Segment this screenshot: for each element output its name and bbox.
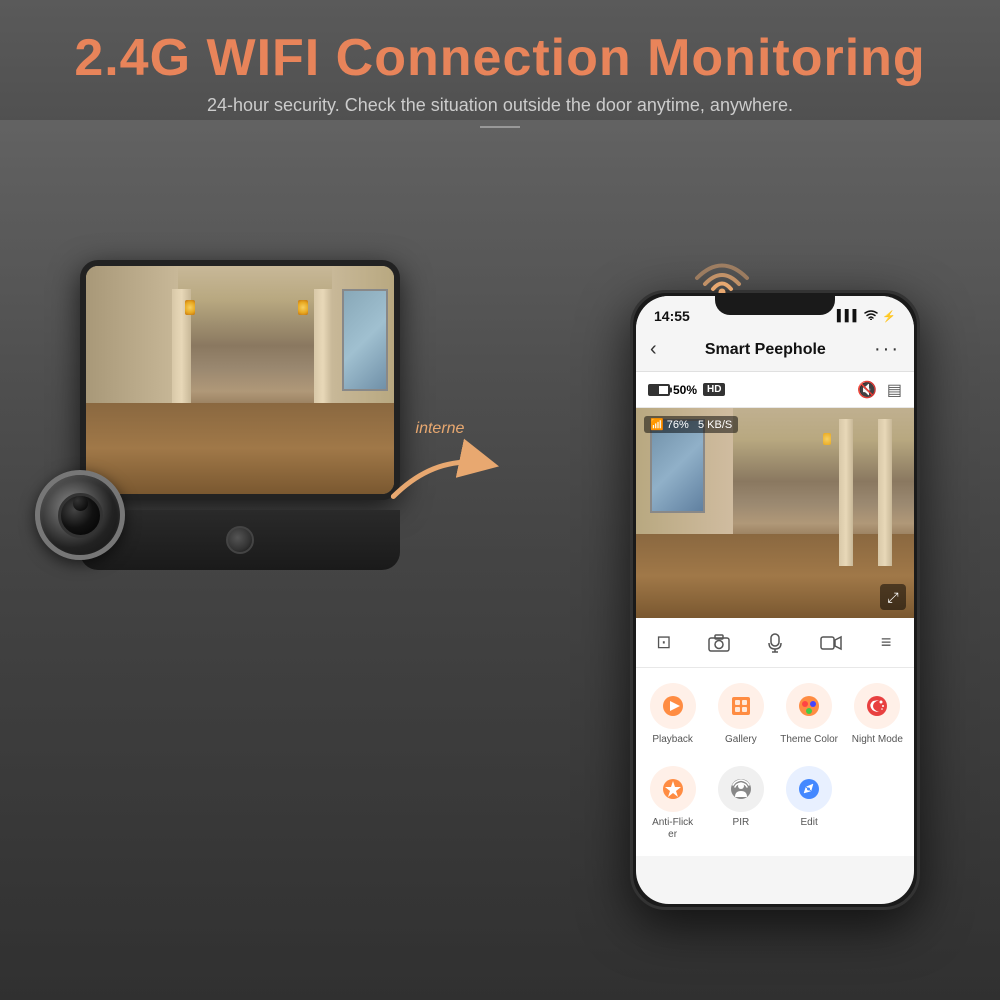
menu-button[interactable]: ≡	[868, 625, 904, 661]
expand-button[interactable]: ⤢	[880, 584, 906, 610]
feature-grid-row2: Anti-Flicker PIR	[636, 761, 914, 856]
battery-percent: 50%	[673, 383, 697, 397]
arrow-svg	[376, 433, 505, 513]
phone-column-1	[839, 419, 853, 566]
edit-icon	[786, 766, 832, 812]
porch-light-1	[185, 300, 195, 315]
status-time: 14:55	[654, 308, 690, 324]
cam-info-left: 50% HD	[648, 383, 725, 397]
microphone-button[interactable]	[757, 625, 793, 661]
hd-badge: HD	[703, 383, 725, 396]
window-right	[342, 289, 388, 392]
playback-feature[interactable]: Playback	[641, 678, 704, 751]
phone-porch-scene	[636, 408, 914, 618]
wifi-icon	[864, 309, 878, 323]
anti-flicker-feature[interactable]: Anti-Flicker	[641, 761, 704, 846]
wifi-signal-indicator	[692, 248, 752, 293]
header: 2.4G WIFI Connection Monitoring 24-hour …	[0, 0, 1000, 143]
theme-color-label: Theme Color	[780, 734, 838, 746]
phone-porch-floor	[636, 534, 914, 618]
device-body	[80, 510, 400, 570]
phone-porch-light	[823, 433, 831, 445]
main-title: 2.4G WIFI Connection Monitoring	[50, 30, 950, 87]
battery-icon: ⚡	[882, 310, 896, 323]
subtitle: 24-hour security. Check the situation ou…	[50, 95, 950, 116]
signal-info: 📶 76% 5 KB/S	[644, 416, 738, 433]
edit-label: Edit	[801, 817, 818, 829]
anti-flicker-icon	[650, 766, 696, 812]
device-screen	[80, 260, 400, 500]
arrow-internet: interne	[380, 420, 500, 508]
gallery-feature[interactable]: Gallery	[709, 678, 772, 751]
smartphone: 14:55 ▌▌▌ ⚡ ‹ Smart Peephole ···	[630, 290, 920, 910]
controls-bar: ⊡	[636, 618, 914, 668]
app-header: ‹ Smart Peephole ···	[636, 328, 914, 372]
lens-dot	[73, 496, 88, 511]
anti-flicker-label: Anti-Flicker	[652, 817, 693, 841]
camera-lens	[35, 470, 125, 560]
snapshot-button[interactable]	[701, 625, 737, 661]
peephole-device	[50, 260, 430, 570]
theme-color-icon	[786, 683, 832, 729]
battery-tip	[669, 387, 672, 392]
status-icons: ▌▌▌ ⚡	[837, 309, 896, 323]
phone-notch	[715, 293, 835, 315]
pir-feature[interactable]: PIR	[709, 761, 772, 846]
signal-bars-icon: ▌▌▌	[837, 310, 860, 322]
more-options-button[interactable]: ···	[874, 338, 900, 361]
theme-color-feature[interactable]: Theme Color	[778, 678, 841, 751]
fullscreen-button[interactable]: ⊡	[646, 625, 682, 661]
device-button[interactable]	[226, 526, 254, 554]
pir-icon	[718, 766, 764, 812]
playback-icon	[650, 683, 696, 729]
camera-info-bar: 50% HD 🔇 ▤	[636, 372, 914, 408]
night-mode-label: Night Mode	[852, 734, 903, 746]
battery-fill	[650, 386, 659, 394]
gallery-label: Gallery	[725, 734, 757, 746]
night-mode-icon	[854, 683, 900, 729]
phone-column-2	[878, 419, 892, 566]
porch-wall-left	[86, 266, 178, 426]
porch-scene	[86, 266, 394, 494]
cam-info-right: 🔇 ▤	[857, 380, 902, 400]
layout-icon[interactable]: ▤	[887, 380, 902, 400]
porch-light-2	[298, 300, 308, 315]
device-screen-inner	[86, 266, 394, 494]
playback-label: Playback	[652, 734, 693, 746]
wifi-signal-svg	[692, 248, 752, 293]
lens-inner	[58, 493, 103, 538]
pir-label: PIR	[733, 817, 750, 829]
speed-info: 5 KB/S	[698, 419, 732, 431]
divider	[480, 126, 520, 128]
edit-feature[interactable]: Edit	[778, 761, 841, 846]
feature-grid-row1: Playback Gallery	[636, 668, 914, 761]
empty-feature	[846, 761, 909, 846]
porch-floor	[86, 403, 394, 494]
battery-icon-shape	[648, 384, 670, 396]
wifi-percent: 📶 76%	[650, 419, 689, 431]
battery-indicator: 50%	[648, 383, 697, 397]
phone-screen: 14:55 ▌▌▌ ⚡ ‹ Smart Peephole ···	[636, 296, 914, 904]
mute-icon[interactable]: 🔇	[857, 380, 877, 400]
night-mode-feature[interactable]: Night Mode	[846, 678, 909, 751]
camera-feed: 📶 76% 5 KB/S ⤢	[636, 408, 914, 618]
app-title: Smart Peephole	[705, 341, 826, 359]
gallery-icon	[718, 683, 764, 729]
back-button[interactable]: ‹	[650, 338, 657, 361]
record-button[interactable]	[813, 625, 849, 661]
